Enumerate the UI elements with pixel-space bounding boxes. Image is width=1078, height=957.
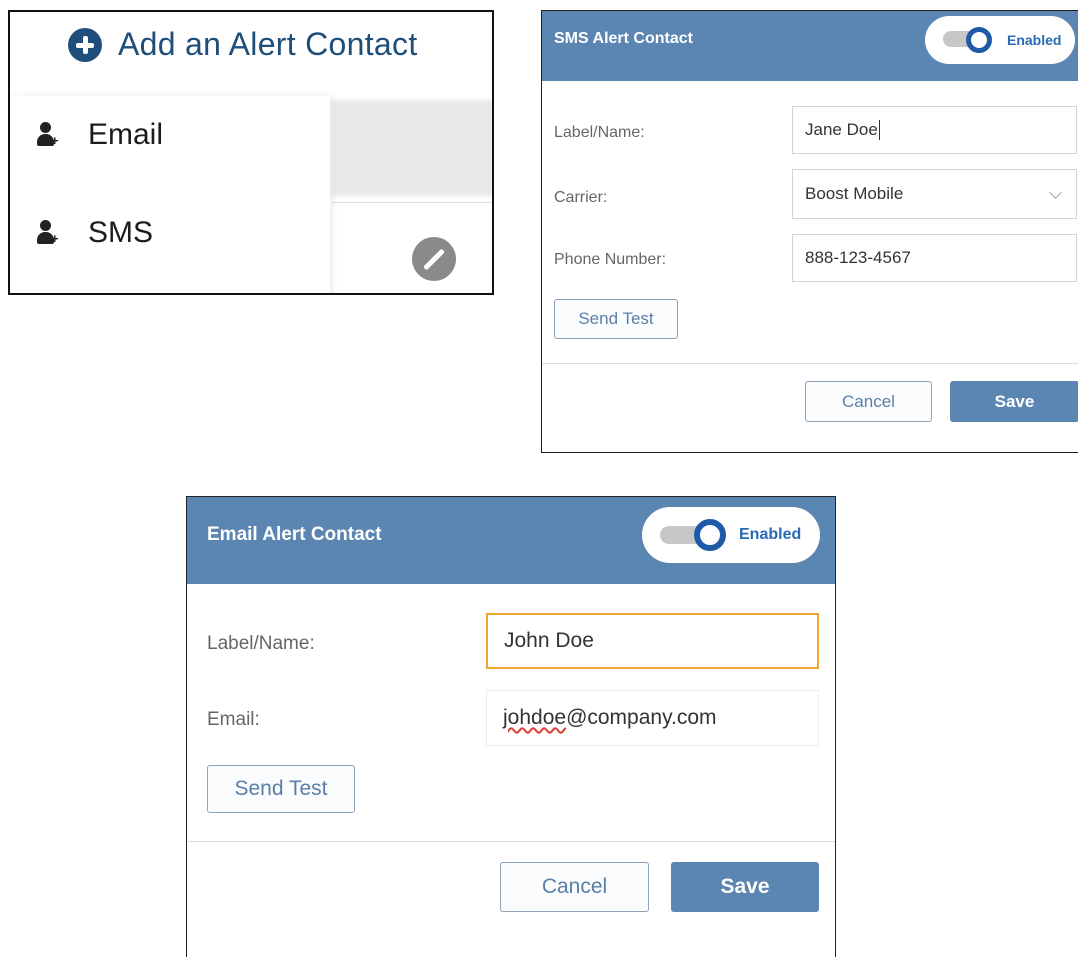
cancel-button[interactable]: Cancel: [805, 381, 932, 422]
footer-divider: [187, 841, 835, 842]
contact-type-menu: + Email + SMS: [10, 96, 330, 293]
modal-header: SMS Alert Contact Enabled: [542, 11, 1078, 81]
edit-pencil-icon[interactable]: [412, 237, 456, 281]
save-button[interactable]: Save: [671, 862, 819, 912]
chevron-down-icon: [1049, 186, 1062, 199]
toggle-knob: [966, 27, 992, 53]
label-name-input[interactable]: Jane Doe: [792, 106, 1077, 154]
misspelled-text: johdoe: [503, 706, 567, 729]
sms-alert-contact-modal: SMS Alert Contact Enabled Label/Name: Ja…: [541, 10, 1078, 453]
enabled-toggle[interactable]: Enabled: [925, 16, 1075, 64]
menu-item-label: SMS: [88, 216, 154, 249]
phone-number-input[interactable]: 888-123-4567: [792, 234, 1077, 282]
menu-item-label: Email: [88, 118, 164, 151]
email-alert-contact-modal: Email Alert Contact Enabled Label/Name: …: [186, 496, 836, 957]
toggle-label: Enabled: [739, 526, 802, 543]
toggle-label: Enabled: [1007, 32, 1062, 48]
input-value: John Doe: [504, 629, 594, 652]
text-cursor: [878, 120, 880, 140]
footer-divider: [542, 363, 1078, 364]
select-value: Boost Mobile: [805, 184, 904, 203]
enabled-toggle[interactable]: Enabled: [642, 507, 820, 563]
background-row: [332, 100, 492, 196]
input-value: Jane Doe: [805, 120, 878, 139]
menu-title: Add an Alert Contact: [118, 26, 418, 62]
email-label: Email:: [207, 709, 260, 730]
email-input[interactable]: johdoe @company.com: [486, 690, 819, 746]
modal-header: Email Alert Contact Enabled: [187, 497, 835, 584]
menu-item-email[interactable]: + Email: [36, 118, 163, 152]
cancel-button[interactable]: Cancel: [500, 862, 649, 912]
add-alert-contact-panel: Add an Alert Contact + Email + SMS: [8, 10, 494, 295]
add-alert-contact-header[interactable]: Add an Alert Contact: [68, 26, 418, 63]
plus-circle-icon: [68, 27, 102, 62]
send-test-button[interactable]: Send Test: [207, 765, 355, 813]
toggle-knob: [694, 519, 726, 551]
input-value: @company.com: [566, 706, 717, 729]
add-person-icon: +: [36, 122, 60, 148]
add-person-icon: +: [36, 220, 60, 246]
label-name-label: Label/Name:: [554, 124, 645, 141]
label-name-label: Label/Name:: [207, 633, 315, 654]
send-test-button[interactable]: Send Test: [554, 299, 678, 339]
modal-title: Email Alert Contact: [207, 524, 382, 545]
modal-title: SMS Alert Contact: [554, 30, 693, 47]
carrier-label: Carrier:: [554, 189, 608, 206]
menu-item-sms[interactable]: + SMS: [36, 216, 153, 250]
phone-number-label: Phone Number:: [554, 251, 667, 268]
carrier-select[interactable]: Boost Mobile: [792, 169, 1077, 219]
save-button[interactable]: Save: [950, 381, 1078, 422]
input-value: 888-123-4567: [805, 248, 911, 267]
label-name-input[interactable]: John Doe: [486, 613, 819, 669]
background-divider: [332, 202, 492, 203]
